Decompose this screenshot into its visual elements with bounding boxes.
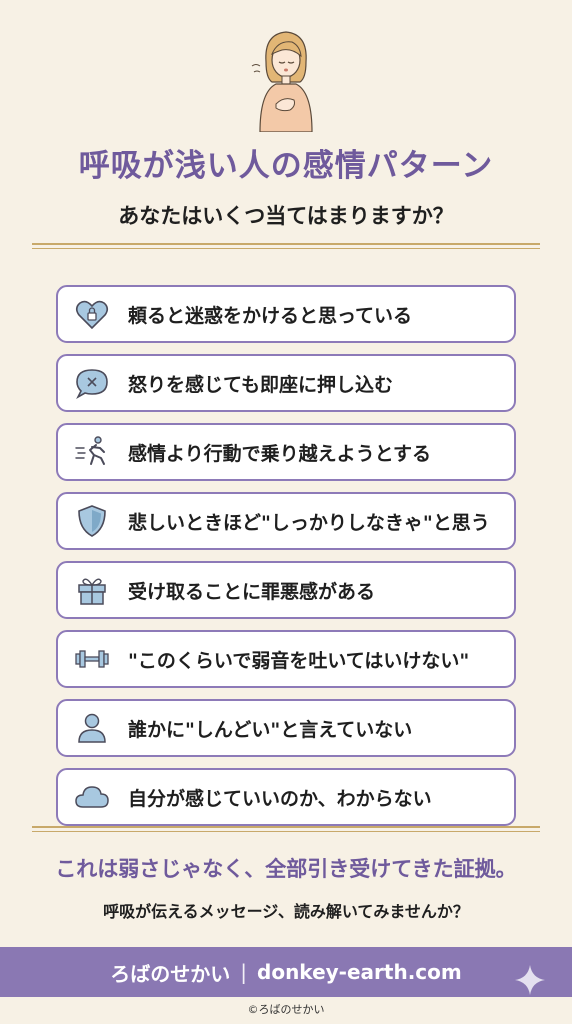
item-text: 受け取ることに罪悪感がある [128, 580, 376, 603]
item-text: 自分が感じていいのか、わからない [128, 787, 432, 810]
divider-bottom [32, 826, 540, 832]
item-text: 感情より行動で乗り越えようとする [128, 442, 432, 465]
cta-text: 呼吸が伝えるメッセージ、読み解いてみませんか？ [103, 902, 469, 921]
page-title: 呼吸が浅い人の感情パターン [78, 148, 494, 184]
item-text: "このくらいで弱音を吐いてはいけない" [128, 649, 470, 672]
footer-band: ろばのせかい | donkey-earth.com [0, 947, 572, 997]
item-text: 悲しいときほど"しっかりしなきゃ"と思う [128, 511, 490, 534]
list-item: 頼ると迷惑をかけると思っている [56, 285, 516, 343]
conclusion-text: これは弱さじゃなく、全部引き受けてきた証拠。 [55, 857, 517, 881]
page-subtitle: あなたはいくつ当てはまりますか？ [118, 204, 454, 228]
site-link[interactable]: donkey-earth.com [257, 960, 462, 984]
list-item: 怒りを感じても即座に押し込む [56, 354, 516, 412]
list-item: "このくらいで弱音を吐いてはいけない" [56, 630, 516, 688]
sparkle-icon [513, 963, 547, 997]
item-text: 頼ると迷惑をかけると思っている [128, 304, 413, 327]
speech-bubble-x-icon [70, 361, 114, 405]
heart-lock-icon [70, 292, 114, 336]
copyright-text: ©ろばのせかい [247, 1003, 325, 1016]
list-item: 受け取ることに罪悪感がある [56, 561, 516, 619]
footer-separator: | [240, 960, 248, 984]
dumbbell-icon [70, 637, 114, 681]
item-text: 誰かに"しんどい"と言えていない [128, 718, 413, 741]
item-text: 怒りを感じても即座に押し込む [128, 373, 394, 396]
gift-icon [70, 568, 114, 612]
running-person-icon [70, 430, 114, 474]
shield-icon [70, 499, 114, 543]
divider-top [32, 243, 540, 249]
brand-name: ろばのせかい [110, 961, 231, 986]
cloud-icon [70, 775, 114, 819]
person-icon [70, 706, 114, 750]
list-item: 感情より行動で乗り越えようとする [56, 423, 516, 481]
woman-breathing-illustration [246, 22, 326, 133]
list-item: 悲しいときほど"しっかりしなきゃ"と思う [56, 492, 516, 550]
list-item: 自分が感じていいのか、わからない [56, 768, 516, 826]
list-item: 誰かに"しんどい"と言えていない [56, 699, 516, 757]
